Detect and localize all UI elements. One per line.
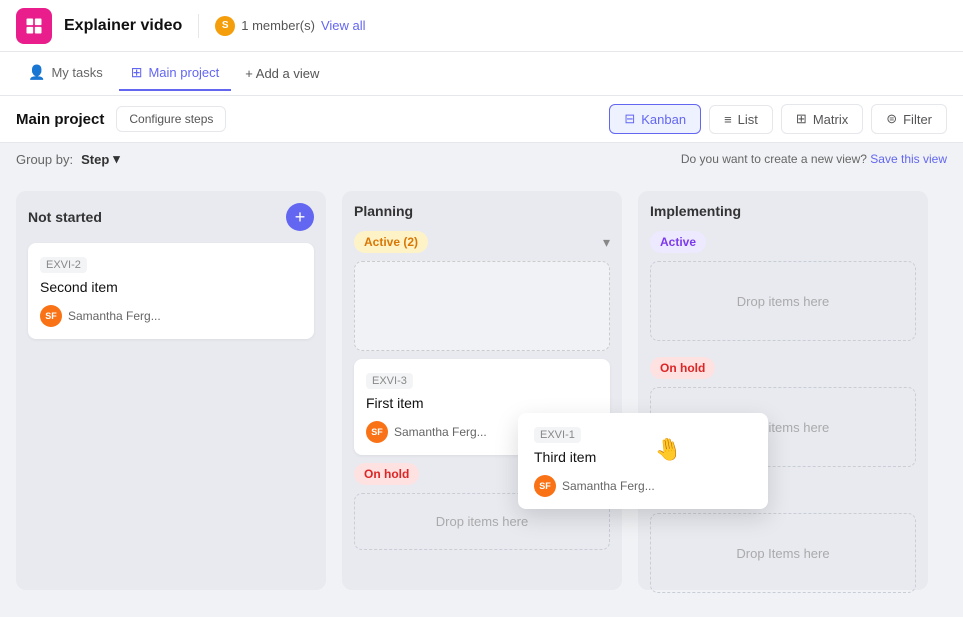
top-bar: Explainer video S 1 member(s) View all (0, 0, 963, 52)
save-view-hint: Do you want to create a new view? Save t… (681, 152, 947, 166)
group-step-selector[interactable]: Step ▾ (81, 151, 120, 167)
tab-main-project[interactable]: ⊞ Main project (119, 56, 232, 91)
popup-card-id: EXVI-1 (534, 427, 581, 443)
implementing-active-drop[interactable]: Drop items here (650, 261, 916, 341)
configure-steps-button[interactable]: Configure steps (116, 106, 226, 132)
add-view-button[interactable]: + Add a view (235, 60, 329, 87)
implementing-onhold-header: On hold (650, 357, 916, 379)
kanban-view-button[interactable]: ⊟ Kanban (609, 104, 701, 134)
person-icon: 👤 (28, 64, 45, 81)
column-implementing-title: Implementing (650, 203, 741, 219)
column-planning: Planning Active (2) ▾ EXVI-3 First item … (342, 191, 622, 590)
filter-label: Filter (903, 112, 932, 127)
grid-icon: ⊞ (131, 64, 143, 81)
kanban-board-wrapper: Not started + EXVI-2 Second item SF Sama… (0, 175, 963, 606)
kanban-board: Not started + EXVI-2 Second item SF Sama… (0, 175, 963, 606)
implementing-done-drop-text: Drop Items here (736, 546, 829, 561)
column-planning-header: Planning (354, 203, 610, 219)
view-all-link[interactable]: View all (321, 18, 366, 33)
column-planning-title: Planning (354, 203, 413, 219)
popup-avatar-sf: SF (534, 475, 556, 497)
matrix-view-button[interactable]: ⊞ Matrix (781, 104, 863, 134)
popup-card-exvi1[interactable]: EXVI-1 Third item SF Samantha Ferg... (518, 413, 768, 509)
toolbar-right: ⊟ Kanban ≡ List ⊞ Matrix ⊜ Filter (609, 104, 947, 134)
implementing-active-badge: Active (650, 231, 706, 253)
save-view-link[interactable]: Save this view (870, 152, 947, 166)
filter-button[interactable]: ⊜ Filter (871, 104, 947, 134)
toolbar-title: Main project (16, 111, 104, 128)
list-icon: ≡ (724, 112, 732, 127)
avatar-sf: SF (40, 305, 62, 327)
app-logo (16, 8, 52, 44)
card-placeholder (354, 261, 610, 351)
list-label: List (738, 112, 758, 127)
member-badge: S 1 member(s) View all (215, 16, 365, 36)
column-not-started-header: Not started + (28, 203, 314, 231)
planning-active-header: Active (2) ▾ (354, 231, 610, 253)
group-bar: Group by: Step ▾ Do you want to create a… (0, 143, 963, 175)
matrix-icon: ⊞ (796, 111, 807, 127)
card-avatar-exvi2: SF Samantha Ferg... (40, 305, 302, 327)
my-tasks-label: My tasks (51, 65, 102, 80)
member-count: 1 member(s) (241, 18, 315, 33)
avatar-name-exvi2: Samantha Ferg... (68, 309, 161, 323)
planning-active-chevron[interactable]: ▾ (603, 234, 610, 251)
column-not-started-title: Not started (28, 209, 102, 225)
column-implementing-header: Implementing (650, 203, 916, 219)
add-view-label: + Add a view (245, 66, 319, 81)
divider (198, 14, 199, 38)
planning-onhold-badge: On hold (354, 463, 419, 485)
filter-icon: ⊜ (886, 111, 897, 127)
chevron-down-icon: ▾ (113, 151, 120, 167)
card-exvi-2[interactable]: EXVI-2 Second item SF Samantha Ferg... (28, 243, 314, 339)
avatar-sf-exvi3: SF (366, 421, 388, 443)
popup-card-title: Third item (534, 449, 752, 465)
column-implementing: Implementing Active Drop items here On h… (638, 191, 928, 590)
popup-avatar-name: Samantha Ferg... (562, 479, 655, 493)
tab-my-tasks[interactable]: 👤 My tasks (16, 56, 115, 91)
popup-card-avatar: SF Samantha Ferg... (534, 475, 752, 497)
group-by-label: Group by: (16, 152, 73, 167)
nav-tabs: 👤 My tasks ⊞ Main project + Add a view (0, 52, 963, 96)
implementing-onhold-badge: On hold (650, 357, 715, 379)
implementing-active-drop-text: Drop items here (737, 294, 829, 309)
kanban-icon: ⊟ (624, 111, 635, 127)
matrix-label: Matrix (813, 112, 848, 127)
card-id-exvi3: EXVI-3 (366, 373, 413, 389)
card-title-exvi2: Second item (40, 279, 302, 295)
project-title: Explainer video (64, 17, 182, 35)
toolbar: Main project Configure steps ⊟ Kanban ≡ … (0, 96, 963, 143)
member-avatar: S (215, 16, 235, 36)
add-card-not-started-button[interactable]: + (286, 203, 314, 231)
card-id-exvi2: EXVI-2 (40, 257, 87, 273)
implementing-active-header: Active (650, 231, 916, 253)
kanban-label: Kanban (641, 112, 686, 127)
avatar-name-exvi3: Samantha Ferg... (394, 425, 487, 439)
implementing-done-drop[interactable]: Drop Items here (650, 513, 916, 593)
planning-active-badge: Active (2) (354, 231, 428, 253)
list-view-button[interactable]: ≡ List (709, 105, 773, 134)
step-label: Step (81, 152, 109, 167)
column-not-started: Not started + EXVI-2 Second item SF Sama… (16, 191, 326, 590)
main-project-label: Main project (148, 65, 219, 80)
card-title-exvi3: First item (366, 395, 598, 411)
